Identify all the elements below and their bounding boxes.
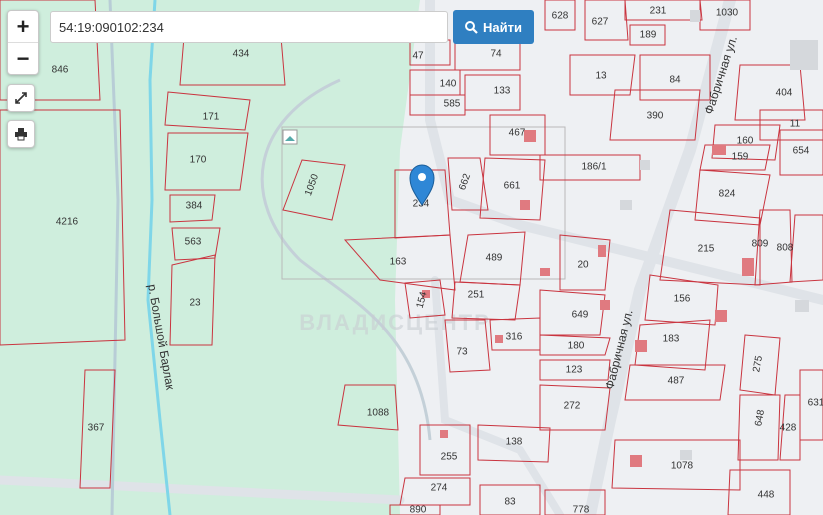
plot-label[interactable]: 778 bbox=[573, 505, 590, 515]
plot-label[interactable]: 83 bbox=[504, 497, 516, 508]
plot-label[interactable]: 563 bbox=[185, 237, 202, 248]
watermark-text: ВЛАДИСЦЕНТР bbox=[299, 310, 491, 335]
plot-label[interactable]: 186/1 bbox=[581, 162, 606, 173]
plot-label[interactable]: 467 bbox=[509, 128, 526, 139]
plot-label[interactable]: 163 bbox=[390, 257, 407, 268]
plot-label[interactable]: 170 bbox=[190, 155, 207, 166]
plot-label[interactable]: 272 bbox=[564, 401, 581, 412]
plot-label[interactable]: 140 bbox=[440, 79, 457, 90]
zoom-control: + − bbox=[7, 10, 39, 75]
plot-label[interactable]: 390 bbox=[647, 111, 664, 122]
plot-label[interactable]: 183 bbox=[663, 334, 680, 345]
plot-label[interactable]: 434 bbox=[233, 49, 250, 60]
plot-label[interactable]: 809 bbox=[752, 239, 769, 250]
plot-label[interactable]: 231 bbox=[650, 6, 667, 17]
plot-label[interactable]: 367 bbox=[88, 423, 105, 434]
plot-label[interactable]: 654 bbox=[793, 146, 810, 157]
plot-label[interactable]: 156 bbox=[674, 294, 691, 305]
plot-label[interactable]: 13 bbox=[595, 71, 607, 82]
plot-label[interactable]: 1030 bbox=[716, 8, 739, 19]
search-button[interactable]: Найти bbox=[453, 10, 534, 44]
zoom-in-button[interactable]: + bbox=[8, 11, 38, 42]
cadastral-map[interactable]: ВЛАДИСЦЕНТР 8464341711703845632342163671… bbox=[0, 0, 823, 515]
plot-label[interactable]: 73 bbox=[456, 347, 468, 358]
plot-label[interactable]: 890 bbox=[410, 505, 427, 515]
plot-label[interactable]: 428 bbox=[780, 423, 797, 434]
plot-label[interactable]: 316 bbox=[506, 332, 523, 343]
plot-label[interactable]: 661 bbox=[504, 181, 521, 192]
plot-label[interactable]: 47 bbox=[412, 51, 424, 62]
plot-label[interactable]: 628 bbox=[552, 11, 569, 22]
plot-label[interactable]: 189 bbox=[640, 30, 657, 41]
plot-label[interactable]: 808 bbox=[777, 243, 794, 254]
plot-label[interactable]: 4216 bbox=[56, 217, 79, 228]
plot-label[interactable]: 448 bbox=[758, 490, 775, 501]
plot-label[interactable]: 215 bbox=[698, 244, 715, 255]
plot-label[interactable]: 138 bbox=[506, 437, 523, 448]
plot-label[interactable]: 489 bbox=[486, 253, 503, 264]
plot-label[interactable]: 585 bbox=[444, 99, 461, 110]
fullscreen-button[interactable] bbox=[7, 84, 35, 112]
plot-label[interactable]: 23 bbox=[189, 298, 201, 309]
plot-label[interactable]: 251 bbox=[468, 290, 485, 301]
plot-label[interactable]: 171 bbox=[203, 112, 220, 123]
plot-label[interactable]: 123 bbox=[566, 365, 583, 376]
plot-label[interactable]: 384 bbox=[186, 201, 203, 212]
plot-label[interactable]: 274 bbox=[431, 483, 448, 494]
plot-label[interactable]: 1078 bbox=[671, 461, 694, 472]
print-button[interactable] bbox=[7, 120, 35, 148]
search-button-label: Найти bbox=[483, 19, 522, 35]
plot-label[interactable]: 404 bbox=[776, 88, 793, 99]
plot-label[interactable]: 255 bbox=[441, 452, 458, 463]
broken-image-icon bbox=[282, 129, 298, 145]
plot-label[interactable]: 74 bbox=[490, 49, 502, 60]
plot-label[interactable]: 631 bbox=[808, 398, 823, 409]
plot-label[interactable]: 180 bbox=[568, 341, 585, 352]
plot-label[interactable]: 160 bbox=[737, 136, 754, 147]
plot-label[interactable]: 487 bbox=[668, 376, 685, 387]
plot-label[interactable]: 84 bbox=[669, 75, 681, 86]
plot-label[interactable]: 20 bbox=[577, 260, 589, 271]
plot-label[interactable]: 159 bbox=[732, 152, 749, 163]
plot-label[interactable]: 1088 bbox=[367, 408, 390, 419]
search-icon bbox=[465, 20, 478, 34]
cadastral-number-input[interactable] bbox=[50, 11, 448, 43]
plot-label[interactable]: 133 bbox=[494, 86, 511, 97]
plot-label[interactable]: 11 bbox=[790, 119, 801, 130]
plot-label[interactable]: 824 bbox=[719, 189, 736, 200]
zoom-out-button[interactable]: − bbox=[8, 42, 38, 74]
plot-label[interactable]: 649 bbox=[572, 310, 589, 321]
expand-icon bbox=[15, 92, 27, 104]
plot-label[interactable]: 627 bbox=[592, 17, 609, 28]
plot-label[interactable]: 846 bbox=[52, 65, 69, 76]
printer-icon bbox=[15, 128, 27, 141]
